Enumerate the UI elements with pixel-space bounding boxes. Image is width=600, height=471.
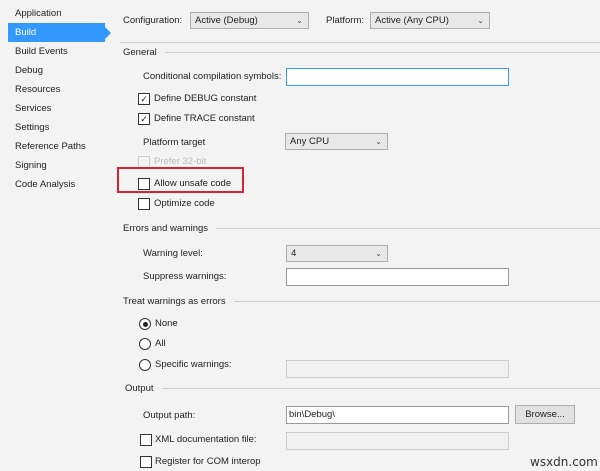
- allow-unsafe-label: Allow unsafe code: [154, 178, 232, 189]
- platform-dropdown[interactable]: Active (Any CPU) ⌄: [370, 12, 490, 29]
- com-interop-label: Register for COM interop: [155, 456, 261, 467]
- sidebar-item-build[interactable]: Build: [8, 23, 111, 42]
- sidebar-item-services[interactable]: Services: [8, 99, 105, 118]
- platform-value: Active (Any CPU): [375, 15, 449, 26]
- chevron-down-icon: ⌄: [477, 16, 484, 25]
- sidebar-item-code-analysis[interactable]: Code Analysis: [8, 175, 105, 194]
- chevron-down-icon: ⌄: [375, 137, 382, 146]
- section-errors: Errors and warnings: [123, 222, 600, 234]
- define-trace-checkbox[interactable]: ✓: [138, 113, 150, 125]
- allow-unsafe-checkbox[interactable]: [138, 178, 150, 190]
- com-interop-checkbox[interactable]: [140, 456, 152, 468]
- xml-doc-input[interactable]: [286, 432, 509, 450]
- section-general: General: [123, 46, 600, 58]
- suppress-warnings-label: Suppress warnings:: [143, 271, 227, 282]
- platform-target-label: Platform target: [143, 137, 206, 148]
- optimize-checkbox[interactable]: [138, 198, 150, 210]
- define-debug-checkbox[interactable]: ✓: [138, 93, 150, 105]
- configuration-label: Configuration:: [123, 15, 183, 26]
- output-path-label: Output path:: [143, 410, 196, 421]
- define-debug-label: Define DEBUG constant: [154, 93, 257, 104]
- chevron-down-icon: ⌄: [375, 249, 382, 258]
- platform-target-value: Any CPU: [290, 136, 330, 147]
- configuration-value: Active (Debug): [195, 15, 258, 26]
- sidebar-item-debug[interactable]: Debug: [8, 61, 105, 80]
- chevron-down-icon: ⌄: [296, 16, 303, 25]
- platform-target-dropdown[interactable]: Any CPU ⌄: [285, 133, 388, 150]
- watermark: wsxdn.com: [530, 455, 598, 469]
- radio-all-label: All: [155, 338, 166, 349]
- sidebar: Application Build Build Events Debug Res…: [0, 0, 111, 471]
- radio-none-label: None: [155, 318, 178, 329]
- warning-level-value: 4: [291, 248, 297, 259]
- radio-none[interactable]: [139, 318, 151, 330]
- divider: [120, 42, 600, 43]
- warning-level-dropdown[interactable]: 4 ⌄: [286, 245, 388, 262]
- configuration-dropdown[interactable]: Active (Debug) ⌄: [190, 12, 309, 29]
- specific-warnings-input[interactable]: [286, 360, 509, 378]
- warning-level-label: Warning level:: [143, 248, 203, 259]
- define-trace-label: Define TRACE constant: [154, 113, 255, 124]
- xml-doc-checkbox[interactable]: [140, 434, 152, 446]
- prefer32-label: Prefer 32-bit: [154, 156, 207, 167]
- sidebar-item-settings[interactable]: Settings: [8, 118, 105, 137]
- sidebar-item-build-events[interactable]: Build Events: [8, 42, 105, 61]
- radio-all[interactable]: [139, 338, 151, 350]
- section-title: Errors and warnings: [123, 222, 209, 234]
- sidebar-item-reference-paths[interactable]: Reference Paths: [8, 137, 105, 156]
- sidebar-item-application[interactable]: Application: [8, 4, 105, 23]
- platform-label: Platform:: [326, 15, 365, 26]
- suppress-warnings-input[interactable]: [286, 268, 509, 286]
- sidebar-item-signing[interactable]: Signing: [8, 156, 105, 175]
- section-title: Output: [125, 382, 154, 394]
- section-title: Treat warnings as errors: [123, 295, 226, 307]
- output-path-input[interactable]: bin\Debug\: [286, 406, 509, 424]
- sidebar-item-resources[interactable]: Resources: [8, 80, 105, 99]
- browse-button[interactable]: Browse...: [515, 405, 575, 424]
- section-output: Output: [125, 382, 600, 394]
- section-treat-warnings: Treat warnings as errors: [123, 295, 600, 307]
- xml-doc-label: XML documentation file:: [155, 434, 257, 445]
- radio-specific-label: Specific warnings:: [155, 359, 232, 370]
- optimize-label: Optimize code: [154, 198, 215, 209]
- radio-specific[interactable]: [139, 359, 151, 371]
- conditional-symbols-label: Conditional compilation symbols:: [143, 71, 282, 82]
- conditional-symbols-input[interactable]: [286, 68, 509, 86]
- section-title: General: [123, 46, 157, 58]
